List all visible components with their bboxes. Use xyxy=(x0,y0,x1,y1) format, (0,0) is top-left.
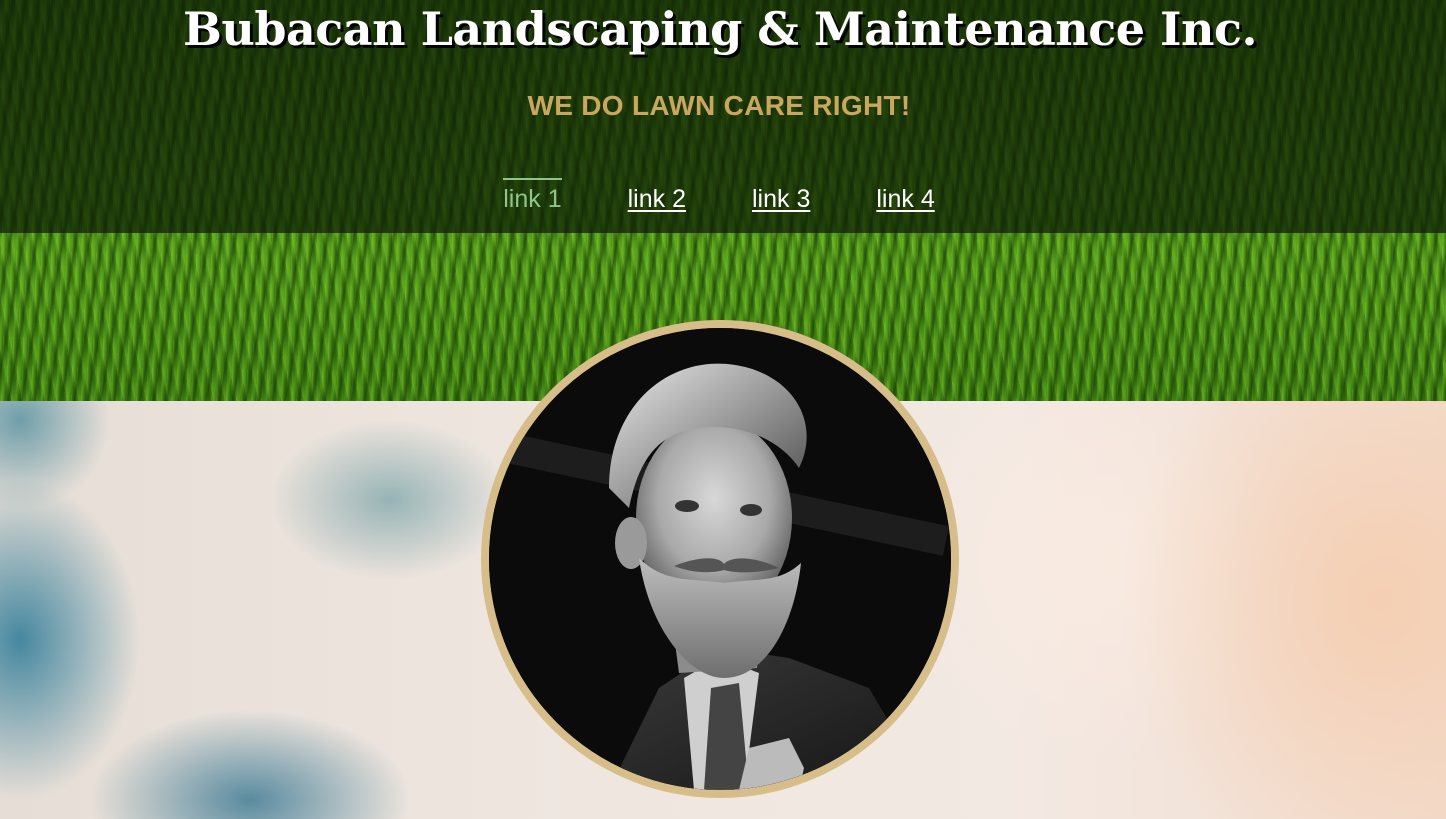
nav-link-2[interactable]: link 2 xyxy=(628,178,686,214)
nav-link-1[interactable]: link 1 xyxy=(503,178,562,214)
site-title: Bubacan Landscaping & Maintenance Inc. xyxy=(183,2,1257,56)
page: Bubacan Landscaping & Maintenance Inc. W… xyxy=(0,0,1446,819)
main-nav: link 1 link 2 link 3 link 4 xyxy=(0,178,1438,214)
nav-link-3[interactable]: link 3 xyxy=(752,178,810,214)
portrait-illustration xyxy=(489,328,951,790)
tagline: WE DO LAWN CARE RIGHT! xyxy=(527,90,911,121)
nav-link-4[interactable]: link 4 xyxy=(876,178,934,214)
profile-portrait-image xyxy=(489,328,951,790)
site-header: Bubacan Landscaping & Maintenance Inc. W… xyxy=(0,0,1446,233)
